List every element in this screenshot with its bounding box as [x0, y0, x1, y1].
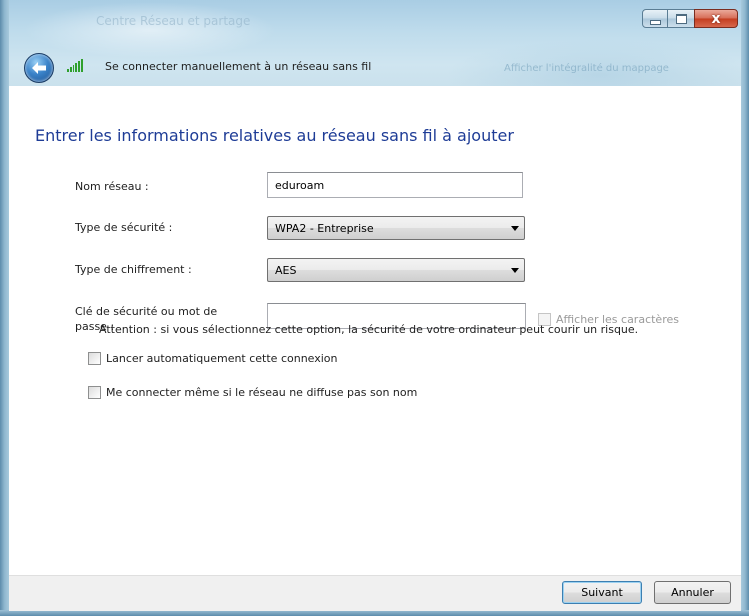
minimize-icon: [649, 19, 661, 25]
page-heading: Entrer les informations relatives au rés…: [35, 126, 514, 145]
window-border-right: [741, 0, 749, 616]
security-type-select[interactable]: WPA2 - Entreprise: [267, 216, 525, 240]
network-name-label: Nom réseau :: [75, 180, 149, 193]
close-button[interactable]: x: [694, 9, 738, 28]
encryption-type-value: AES: [275, 264, 297, 277]
connect-hidden-label: Me connecter même si le réseau ne diffus…: [106, 386, 418, 399]
window-controls: x: [642, 9, 738, 28]
security-type-value: WPA2 - Entreprise: [275, 222, 374, 235]
encryption-type-select[interactable]: AES: [267, 258, 525, 282]
chevron-down-icon: [511, 268, 519, 273]
back-button[interactable]: [24, 53, 54, 83]
dialog-content: Entrer les informations relatives au rés…: [9, 86, 741, 552]
connect-hidden-checkbox[interactable]: [88, 386, 101, 399]
warning-text: Attention : si vous sélectionnez cette o…: [99, 323, 639, 336]
minimize-button[interactable]: [642, 9, 668, 28]
wireless-signal-icon: [67, 59, 83, 72]
auto-start-label: Lancer automatiquement cette connexion: [106, 352, 338, 365]
next-button[interactable]: Suivant: [562, 581, 642, 604]
maximize-button[interactable]: [668, 9, 694, 28]
maximize-icon: [675, 13, 687, 24]
chevron-down-icon: [511, 226, 519, 231]
dialog-window: Centre Réseau et partage Afficher l'inté…: [0, 0, 749, 616]
encryption-type-label: Type de chiffrement :: [75, 263, 192, 276]
background-window-title: Centre Réseau et partage: [96, 14, 251, 28]
dialog-footer: Suivant Annuler: [9, 575, 741, 611]
back-arrow-icon: [32, 62, 46, 74]
cancel-button[interactable]: Annuler: [654, 581, 731, 604]
close-icon: x: [711, 10, 721, 27]
network-name-input[interactable]: eduroam: [267, 172, 523, 198]
window-border-left: [0, 0, 9, 616]
navigation-bar: Se connecter manuellement à un réseau sa…: [9, 50, 741, 86]
auto-start-checkbox[interactable]: [88, 352, 101, 365]
security-type-label: Type de sécurité :: [75, 221, 173, 234]
dialog-title: Se connecter manuellement à un réseau sa…: [105, 60, 372, 73]
